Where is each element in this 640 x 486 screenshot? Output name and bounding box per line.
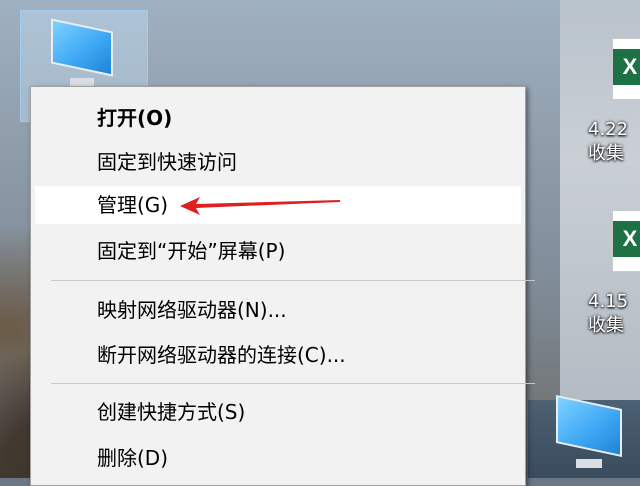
excel-file-icon[interactable]: X [612,38,640,100]
menu-separator [51,280,535,281]
menu-item-disconnect-network-drive[interactable]: 断开网络驱动器的连接(C)... [35,336,521,374]
desktop-file-label-line2: 收集 [588,315,624,336]
desktop-file-label[interactable]: 4.15 收集 [588,290,628,338]
desktop-file-label-line2: 收集 [588,143,624,164]
annotation-arrow-icon [180,197,340,215]
menu-item-pin-quick-access[interactable]: 固定到快速访问 [35,143,521,181]
menu-item-delete[interactable]: 删除(D) [35,439,521,477]
menu-item-pin-start[interactable]: 固定到“开始”屏幕(P) [35,232,521,270]
desktop-file-label-line1: 4.15 [588,291,629,312]
computer-icon [51,18,113,87]
menu-item-map-network-drive[interactable]: 映射网络驱动器(N)... [35,291,521,329]
context-menu: 打开(O) 固定到快速访问 管理(G) 固定到“开始”屏幕(P) 映射网络驱动器… [30,86,535,486]
computer-icon[interactable] [556,394,622,468]
desktop-file-label-line1: 4.22 [588,119,629,140]
menu-separator [51,383,535,384]
menu-item-open[interactable]: 打开(O) [35,99,521,137]
menu-item-create-shortcut[interactable]: 创建快捷方式(S) [35,393,521,431]
desktop-file-label[interactable]: 4.22 收集 [588,118,628,166]
excel-file-icon[interactable]: X [612,210,640,272]
